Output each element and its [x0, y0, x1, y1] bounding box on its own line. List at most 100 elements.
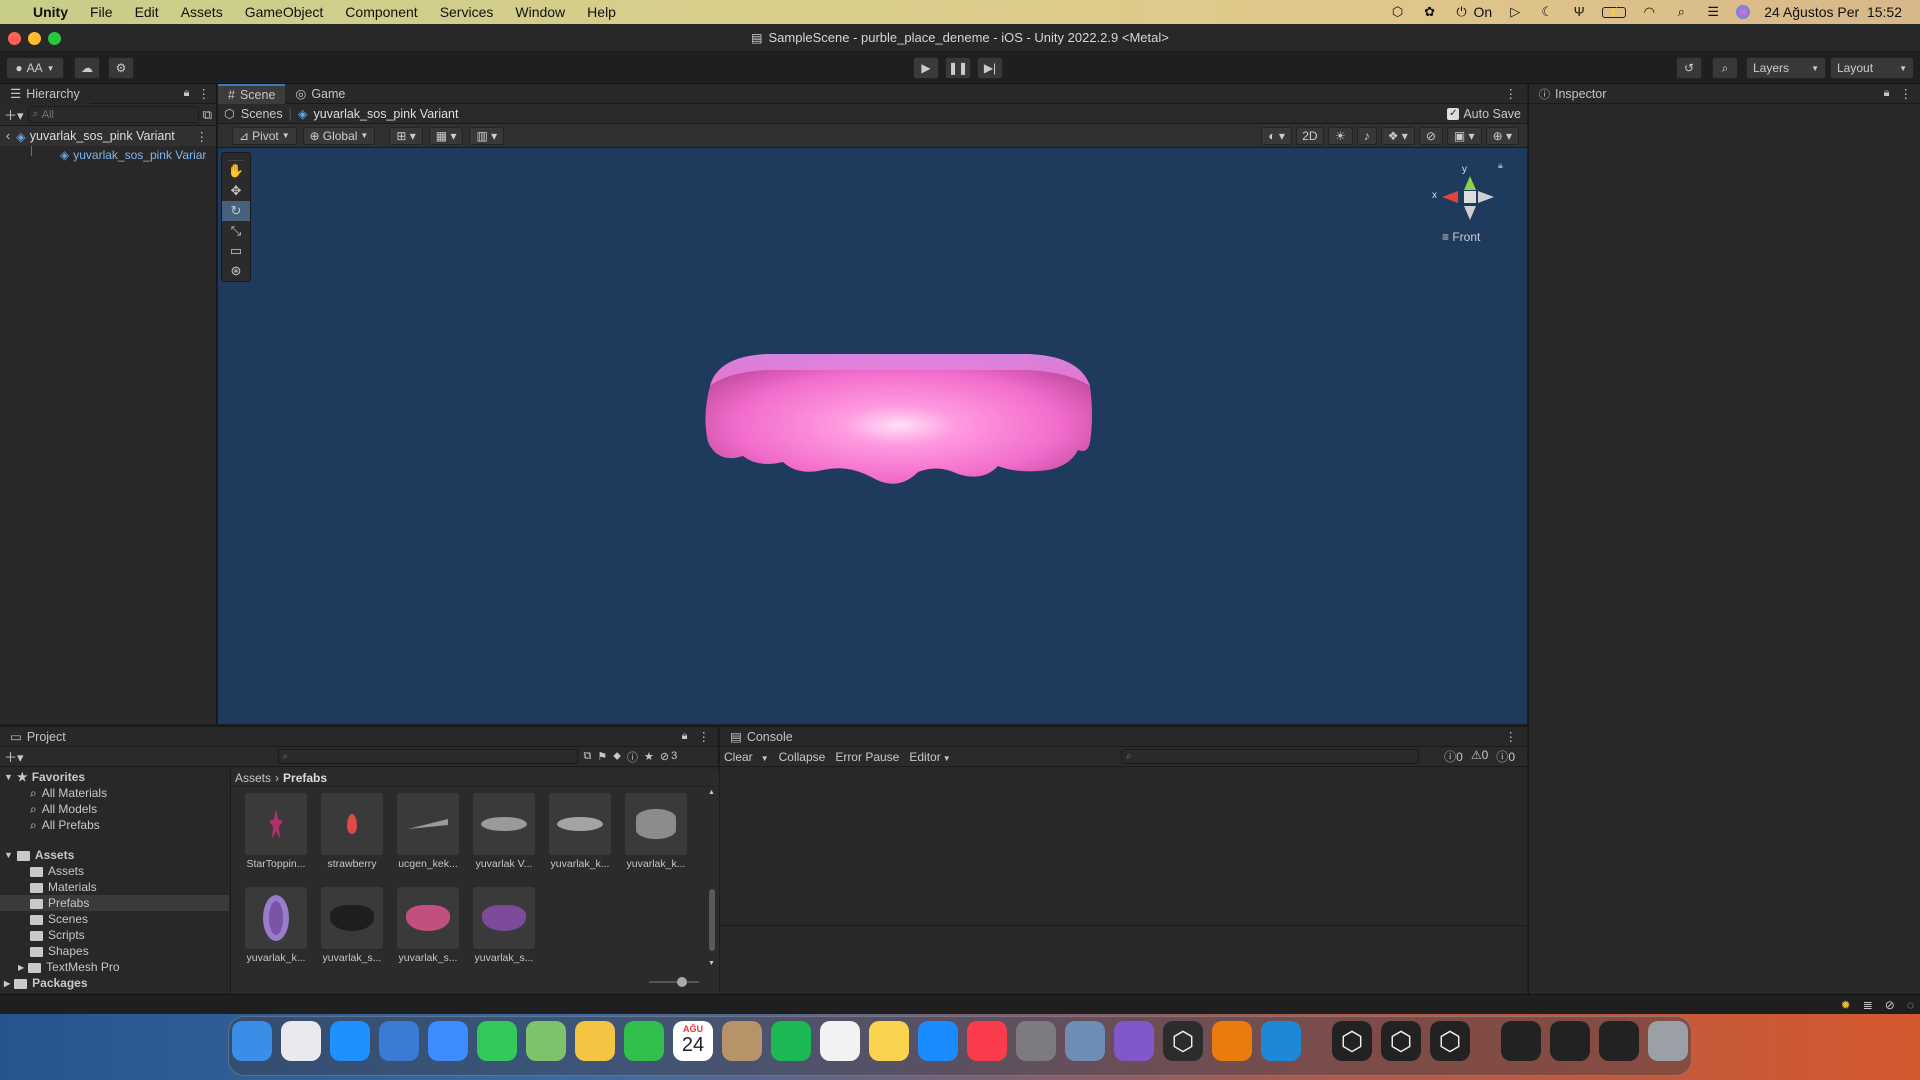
snap-dropdown[interactable]: ⊞ ▾: [389, 126, 423, 145]
minimize-window-button[interactable]: [28, 32, 41, 45]
menu-app-name[interactable]: Unity: [22, 4, 79, 20]
hidden-packages-toggle[interactable]: ⊘ 3: [660, 750, 677, 763]
lock-icon[interactable]: 🔒︎: [682, 730, 688, 743]
screenshot-icon[interactable]: [1501, 1021, 1541, 1061]
wifi-icon[interactable]: ◠: [1640, 5, 1658, 19]
collab-button[interactable]: ⚙: [108, 57, 134, 79]
filter-type-icon[interactable]: ⚑: [597, 750, 607, 763]
more-icon[interactable]: ⋮: [198, 86, 211, 101]
auto-generate-lighting-icon[interactable]: ◌: [1907, 998, 1914, 1012]
pink-sauce-object[interactable]: [698, 346, 1098, 506]
filter-label-icon[interactable]: ⬥: [613, 750, 621, 763]
play-button[interactable]: ▶: [913, 57, 939, 79]
favorites-section[interactable]: ▼ ★ Favorites: [0, 769, 229, 785]
more-icon[interactable]: ⋮: [196, 129, 209, 144]
app-store-icon[interactable]: [918, 1021, 958, 1061]
assets-section[interactable]: ▼ Assets: [0, 847, 229, 863]
rect-tool-icon[interactable]: ▭: [222, 241, 250, 261]
clear-button[interactable]: Clear ▼: [724, 750, 769, 764]
tab-inspector[interactable]: ⓘ Inspector: [1529, 84, 1616, 104]
layout-dropdown[interactable]: Layout ▼: [1830, 57, 1914, 79]
reminders-icon[interactable]: [820, 1021, 860, 1061]
breadcrumb-prefabs[interactable]: Prefabs: [283, 771, 327, 785]
xcode-icon[interactable]: [379, 1021, 419, 1061]
gizmo-view-label[interactable]: ≡ Front: [1442, 230, 1480, 244]
favorite-item[interactable]: ⌕ All Prefabs: [0, 817, 229, 833]
checkbox-checked-icon[interactable]: ✓: [1447, 107, 1460, 120]
menu-window[interactable]: Window: [504, 4, 576, 20]
finder-icon[interactable]: [232, 1021, 272, 1061]
asset-item[interactable]: yuvarlak_s...: [397, 887, 459, 964]
rotate-tool-icon[interactable]: ↻: [222, 201, 250, 221]
spotify-icon[interactable]: [771, 1021, 811, 1061]
notes-icon[interactable]: [869, 1021, 909, 1061]
screenshot-icon[interactable]: [1550, 1021, 1590, 1061]
asset-item[interactable]: yuvarlak_s...: [473, 887, 535, 964]
unity-icon[interactable]: ⬡: [1430, 1021, 1470, 1061]
step-button[interactable]: ▶|: [977, 57, 1003, 79]
hierarchy-item[interactable]: ◈ yuvarlak_sos_pink Variar: [0, 146, 216, 164]
mail-icon[interactable]: [428, 1021, 468, 1061]
slider-knob[interactable]: [677, 977, 687, 987]
scale-tool-icon[interactable]: ⤡: [222, 221, 250, 241]
folder-item-scenes[interactable]: Scenes: [0, 911, 229, 927]
maximize-window-button[interactable]: [48, 32, 61, 45]
menu-gameobject[interactable]: GameObject: [234, 4, 335, 20]
calendar-icon[interactable]: AĞU 24: [673, 1021, 713, 1061]
facetime-icon[interactable]: [624, 1021, 664, 1061]
moon-icon[interactable]: ☾: [1538, 5, 1556, 19]
pause-button[interactable]: ❚❚: [945, 57, 971, 79]
debug-mode-icon[interactable]: ⊘: [1885, 998, 1895, 1012]
control-center-icon[interactable]: ☰: [1704, 5, 1722, 19]
history-button[interactable]: ↺: [1676, 57, 1702, 79]
asset-item[interactable]: yuvarlak_k...: [245, 887, 307, 964]
pivot-dropdown[interactable]: ⊿ Pivot ▼: [232, 126, 297, 145]
asset-scrollbar[interactable]: ▲ ▼: [707, 789, 717, 967]
move-tool-icon[interactable]: ✥: [222, 181, 250, 201]
log-count-toggle[interactable]: ⓘ0: [1444, 748, 1463, 765]
search-scope-icon[interactable]: ⧉: [584, 750, 592, 763]
more-icon[interactable]: ⋮: [698, 729, 711, 744]
preview-icon[interactable]: [1065, 1021, 1105, 1061]
toggle-2d-button[interactable]: 2D: [1295, 126, 1324, 145]
favorite-item[interactable]: ⌕ All Materials: [0, 785, 229, 801]
gizmo-neg-x-axis[interactable]: [1478, 191, 1494, 203]
asset-item[interactable]: ucgen_kek...: [397, 793, 459, 870]
global-dropdown[interactable]: ⊕ Global ▼: [302, 126, 376, 145]
expand-arrow-icon[interactable]: ▼: [4, 772, 13, 782]
packages-section[interactable]: ▶ Packages: [0, 975, 229, 991]
launchpad-icon[interactable]: [281, 1021, 321, 1061]
asset-item[interactable]: strawberry: [321, 793, 383, 870]
asset-item[interactable]: yuvarlak_s...: [321, 887, 383, 964]
warning-filter-icon[interactable]: ⓘ: [627, 749, 638, 765]
vscode-icon[interactable]: [1261, 1021, 1301, 1061]
error-count-toggle[interactable]: ⓘ0: [1496, 748, 1515, 765]
star-icon[interactable]: ★: [644, 750, 654, 763]
unity-hub-icon[interactable]: ⬡: [1163, 1021, 1203, 1061]
shading-mode-dropdown[interactable]: ◐ ▾: [1261, 126, 1292, 145]
camera-dropdown[interactable]: ▣ ▾: [1446, 126, 1482, 145]
hand-tool-icon[interactable]: ✋: [222, 161, 250, 181]
warning-count-toggle[interactable]: ⚠0: [1471, 748, 1488, 765]
photos-icon[interactable]: [575, 1021, 615, 1061]
cloud-button[interactable]: ☁: [74, 57, 100, 79]
focus-status[interactable]: ⏻ On: [1453, 4, 1492, 20]
gizmo-center-cube[interactable]: [1464, 191, 1476, 203]
battery-icon[interactable]: ⚡: [1602, 6, 1627, 18]
increment-snap-dropdown[interactable]: ▥ ▾: [469, 126, 505, 145]
lock-icon[interactable]: 🔒︎: [184, 87, 190, 100]
auto-save-toggle[interactable]: ✓ Auto Save: [1447, 107, 1521, 121]
tab-console[interactable]: ▤ Console: [720, 727, 803, 747]
screenshot-icon[interactable]: [1599, 1021, 1639, 1061]
search-icon[interactable]: ⌕: [1672, 5, 1690, 19]
more-icon[interactable]: ⋮: [1900, 86, 1913, 101]
cache-server-icon[interactable]: ≣: [1863, 998, 1873, 1012]
scroll-up-icon[interactable]: ▲: [708, 789, 715, 796]
menu-file[interactable]: File: [79, 4, 124, 20]
orientation-gizmo[interactable]: 🔒︎ y x ≡ Front: [1426, 154, 1516, 244]
gizmo-lock-icon[interactable]: 🔒︎: [1498, 160, 1503, 171]
breadcrumb-prefab[interactable]: yuvarlak_sos_pink Variant: [314, 107, 459, 121]
tab-game[interactable]: ◎ Game: [285, 84, 355, 104]
asset-item[interactable]: StarToppin...: [245, 793, 307, 870]
account-dropdown[interactable]: ● AA ▼: [6, 57, 64, 79]
